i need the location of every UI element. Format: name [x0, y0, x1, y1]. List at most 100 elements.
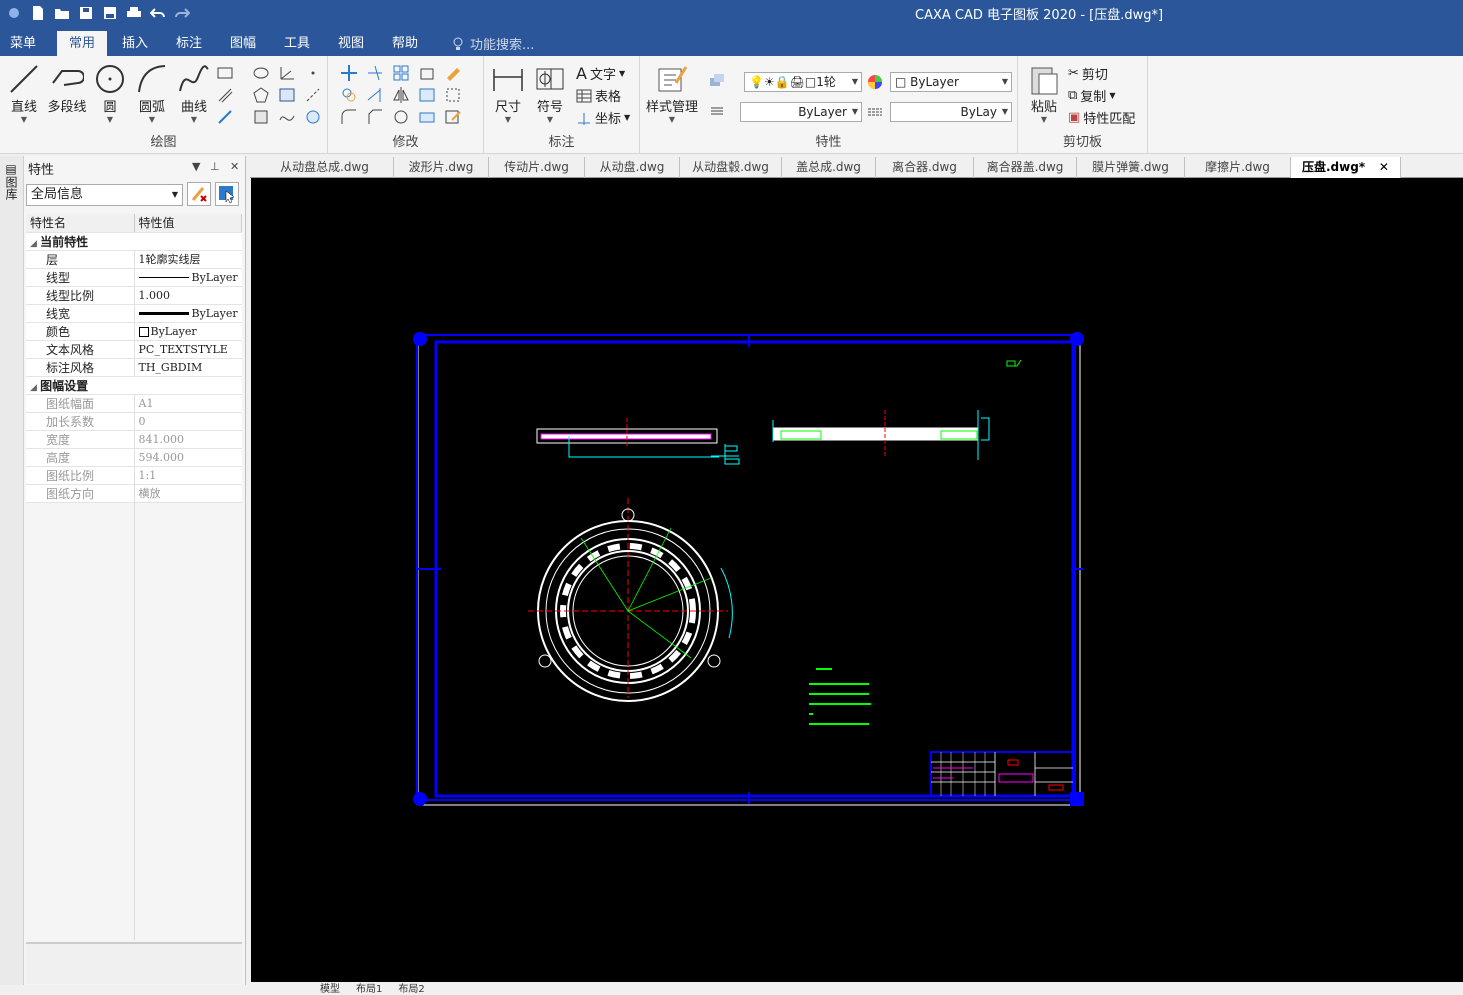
- file-tab[interactable]: 压盘.dwg* ✕: [1291, 157, 1401, 178]
- polygon-icon[interactable]: [252, 86, 270, 104]
- array-icon[interactable]: [392, 64, 410, 82]
- property-row[interactable]: 标注风格 TH_GBDIM: [26, 358, 242, 377]
- tab-view[interactable]: 视图: [330, 31, 372, 56]
- open-folder-icon[interactable]: [52, 3, 72, 23]
- scope-select[interactable]: 全局信息 ▼: [26, 184, 183, 206]
- grip-top-left[interactable]: [413, 332, 427, 346]
- explode-icon[interactable]: [444, 86, 462, 104]
- tab-insert[interactable]: 插入: [114, 31, 156, 56]
- property-value[interactable]: 横放: [134, 484, 242, 503]
- chamfer-icon[interactable]: [366, 108, 384, 126]
- collapse-icon[interactable]: ◢: [30, 383, 40, 393]
- property-value[interactable]: 1:1: [134, 466, 242, 485]
- tab-menu[interactable]: 菜单: [2, 31, 44, 56]
- linetype-scale-icon[interactable]: [866, 103, 884, 121]
- break-icon[interactable]: [418, 108, 436, 126]
- extend-icon[interactable]: [366, 86, 384, 104]
- tab-layout1[interactable]: 布局1: [356, 980, 382, 995]
- lineweight-combo[interactable]: ByLay ▼: [890, 102, 1012, 122]
- rectangle-icon[interactable]: [216, 64, 234, 82]
- undo-icon[interactable]: [148, 3, 168, 23]
- function-search[interactable]: 功能搜索...: [452, 34, 534, 53]
- tab-tools[interactable]: 工具: [276, 31, 318, 56]
- paste-button[interactable]: 粘贴 ▼: [1024, 62, 1064, 124]
- property-row[interactable]: 图纸幅面 A1: [26, 394, 242, 413]
- hatch-icon[interactable]: [278, 86, 296, 104]
- dimension-button[interactable]: 尺寸 ▼: [488, 62, 528, 124]
- app-icon[interactable]: [4, 3, 24, 23]
- angle-line-icon[interactable]: [278, 64, 296, 82]
- file-tab[interactable]: 波形片.dwg: [394, 157, 489, 178]
- library-side-tab[interactable]: ▤图库: [4, 162, 20, 200]
- layer-tools-icon[interactable]: [708, 72, 726, 90]
- edit-icon[interactable]: [444, 108, 462, 126]
- cut-button[interactable]: ✂ 剪切: [1068, 64, 1108, 83]
- panel-menu-icon[interactable]: ▼: [192, 160, 200, 173]
- scale-icon[interactable]: [418, 64, 436, 82]
- property-value[interactable]: 0: [134, 412, 242, 431]
- erase-icon[interactable]: [444, 64, 462, 82]
- ellipse-icon[interactable]: [252, 64, 270, 82]
- copy-object-icon[interactable]: [340, 86, 358, 104]
- move-icon[interactable]: [340, 64, 358, 82]
- property-value[interactable]: A1: [134, 394, 242, 413]
- file-tab[interactable]: 离合器.dwg: [876, 157, 974, 178]
- property-value[interactable]: PC_TEXTSTYLE: [134, 340, 242, 359]
- close-tab-icon[interactable]: ✕: [1375, 160, 1389, 174]
- property-value[interactable]: 841.000: [134, 430, 242, 449]
- match-properties-button[interactable]: ▣ 特性匹配: [1068, 108, 1135, 127]
- property-row[interactable]: 线型 ByLayer: [26, 268, 242, 287]
- property-row[interactable]: 线宽 ByLayer: [26, 304, 242, 323]
- linetype-combo[interactable]: ByLayer ▼: [740, 102, 862, 122]
- cloud-icon[interactable]: [304, 108, 322, 126]
- collapse-icon[interactable]: ◢: [30, 239, 40, 249]
- file-tab[interactable]: 从动盘总成.dwg: [256, 157, 394, 178]
- property-value[interactable]: 1.000: [134, 286, 242, 305]
- property-row[interactable]: 加长系数 0: [26, 412, 242, 431]
- mirror-icon[interactable]: [392, 86, 410, 104]
- tab-sheet[interactable]: 图幅: [222, 31, 264, 56]
- lineweight-icon[interactable]: [708, 102, 726, 120]
- polyline-button[interactable]: 多段线: [46, 62, 88, 115]
- property-section[interactable]: ◢ 图幅设置: [26, 376, 242, 395]
- tab-help[interactable]: 帮助: [384, 31, 426, 56]
- color-wheel-icon[interactable]: [866, 73, 884, 91]
- property-value[interactable]: 594.000: [134, 448, 242, 467]
- property-row[interactable]: 宽度 841.000: [26, 430, 242, 449]
- property-value[interactable]: ByLayer: [134, 268, 242, 287]
- tab-layout2[interactable]: 布局2: [398, 980, 424, 995]
- line-button[interactable]: 直线 ▼: [4, 62, 44, 124]
- property-value[interactable]: ByLayer: [134, 304, 242, 323]
- file-tab[interactable]: 盖总成.dwg: [782, 157, 876, 178]
- property-row[interactable]: 文本风格 PC_TEXTSTYLE: [26, 340, 242, 359]
- curve-button[interactable]: 曲线 ▼: [174, 62, 214, 124]
- fillet-icon[interactable]: [340, 108, 358, 126]
- style-manager-button[interactable]: 样式管理 ▼: [646, 62, 698, 124]
- spline-icon[interactable]: [278, 108, 296, 126]
- property-row[interactable]: 颜色 ByLayer: [26, 322, 242, 341]
- point-icon[interactable]: [304, 64, 322, 82]
- block-icon[interactable]: [252, 108, 270, 126]
- coordinate-button[interactable]: 坐标 ▼: [576, 108, 630, 127]
- property-value[interactable]: TH_GBDIM: [134, 358, 242, 377]
- quick-select-button[interactable]: [187, 182, 211, 206]
- trim-icon[interactable]: [366, 64, 384, 82]
- arc-button[interactable]: 圆弧 ▼: [132, 62, 172, 124]
- drawing-canvas[interactable]: [251, 178, 1463, 982]
- property-section[interactable]: ◢ 当前特性: [26, 232, 242, 251]
- offset-icon[interactable]: [216, 108, 234, 126]
- tab-model[interactable]: 模型: [320, 980, 340, 995]
- print-icon[interactable]: [124, 3, 144, 23]
- circle-button[interactable]: 圆 ▼: [90, 62, 130, 124]
- save-as-icon[interactable]: [100, 3, 120, 23]
- redo-icon[interactable]: [172, 3, 192, 23]
- symbol-button[interactable]: 符号 ▼: [530, 62, 570, 124]
- property-row[interactable]: 层 1轮廓实线层: [26, 250, 242, 269]
- file-tab[interactable]: 膜片弹簧.dwg: [1077, 157, 1185, 178]
- grip-bottom-left[interactable]: [413, 792, 427, 806]
- file-tab[interactable]: 离合器盖.dwg: [974, 157, 1077, 178]
- new-file-icon[interactable]: [28, 3, 48, 23]
- copy-button[interactable]: ⧉ 复制 ▼: [1068, 86, 1115, 105]
- property-value[interactable]: 1轮廓实线层: [134, 250, 242, 269]
- property-value[interactable]: ByLayer: [134, 322, 242, 341]
